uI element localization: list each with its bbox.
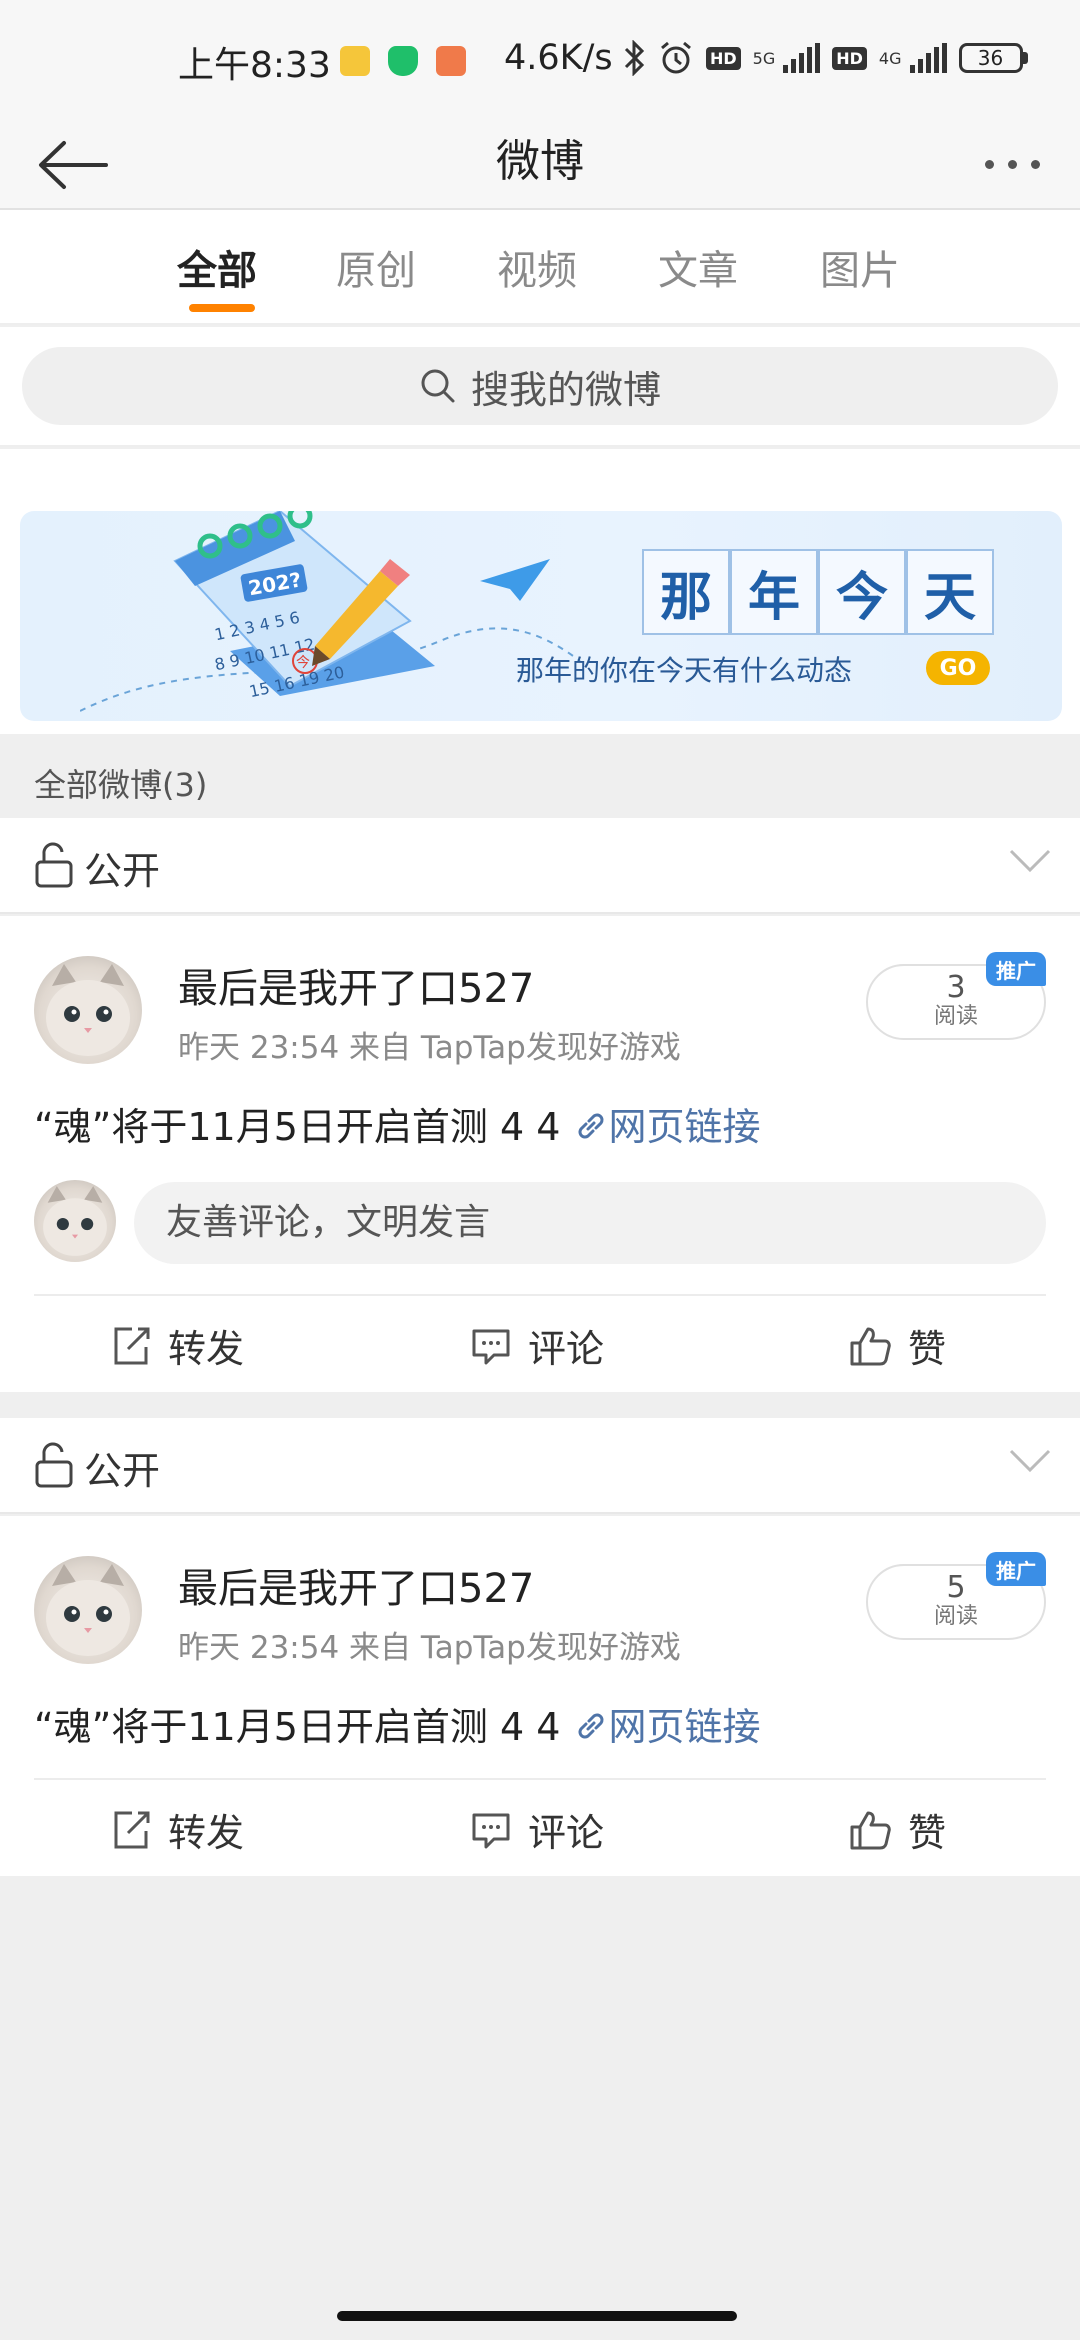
active-tab-indicator — [189, 304, 255, 312]
avatar[interactable] — [34, 1556, 142, 1664]
repost-icon — [114, 1327, 150, 1364]
post-meta: 昨天 23:54 来自 TapTap发现好游戏 — [178, 1030, 681, 1066]
comment-icon — [472, 1329, 510, 1364]
weibo-count-label: 全部微博(3) — [34, 766, 208, 804]
search-input[interactable]: 搜我的微博 — [22, 347, 1058, 425]
tab-original[interactable]: 原创 — [316, 238, 436, 296]
read-count[interactable]: 5 阅读 推广 — [866, 1552, 1046, 1640]
thumbs-up-icon — [850, 1327, 891, 1365]
visibility-label: 公开 — [84, 1449, 161, 1493]
chevron-down-icon[interactable] — [1008, 846, 1052, 876]
cat-avatar-icon — [46, 964, 130, 1056]
repost-icon — [114, 1811, 150, 1848]
network-type-2: 4G — [878, 48, 902, 68]
nav-bar: 微博 — [0, 120, 1080, 210]
read-count[interactable]: 3 阅读 推广 — [866, 952, 1046, 1040]
home-indicator[interactable] — [337, 2311, 737, 2321]
repost-button[interactable]: 转发 — [110, 1318, 244, 1373]
thumbs-up-icon — [850, 1811, 891, 1849]
banner-go-button[interactable]: GO — [926, 651, 990, 685]
status-app-icons — [340, 46, 466, 76]
filter-tabs: 全部 原创 视频 文章 图片 — [0, 210, 1080, 325]
status-bar: 上午8:33 4.6K/s HD 5G HD 4G 36 — [0, 0, 1080, 120]
alarm-icon — [661, 41, 691, 74]
like-button[interactable]: 赞 — [848, 1802, 946, 1857]
status-time: 上午8:33 — [178, 45, 331, 86]
more-options-button[interactable] — [985, 144, 1040, 184]
tab-image[interactable]: 图片 — [800, 238, 920, 296]
battery-icon: 36 — [958, 43, 1028, 73]
banner-subtitle: 那年的你在今天有什么动态 — [516, 654, 853, 687]
read-count-unit: 阅读 — [933, 1604, 978, 1629]
network-speed: 4.6K/s — [504, 38, 613, 78]
post-meta: 昨天 23:54 来自 TapTap发现好游戏 — [178, 1630, 681, 1666]
unlock-icon — [35, 1442, 73, 1488]
unlock-icon — [35, 842, 73, 888]
link-icon — [578, 1713, 603, 1739]
avatar[interactable] — [34, 956, 142, 1064]
search-section: 搜我的微博 — [0, 327, 1080, 447]
post-action-bar: 转发 评论 赞 — [0, 1294, 1080, 1392]
more-dot-icon — [985, 159, 994, 169]
post-content: “魂”将于11月5日开启首测 4 4 网页链接 — [34, 1105, 761, 1149]
chevron-down-icon[interactable] — [1008, 1446, 1052, 1476]
battery-level: 36 — [958, 43, 1023, 73]
bluetooth-icon — [624, 40, 645, 76]
promote-badge[interactable]: 推广 — [986, 1552, 1046, 1586]
post-content: “魂”将于11月5日开启首测 4 4 网页链接 — [34, 1705, 761, 1749]
visibility-header[interactable]: 公开 — [0, 1418, 1080, 1514]
my-avatar — [34, 1180, 116, 1262]
weibo-notification-icon — [340, 46, 370, 76]
author-name[interactable]: 最后是我开了口527 — [178, 1556, 534, 1614]
shield-notification-icon — [388, 46, 418, 76]
post-action-bar: 转发 评论 赞 — [0, 1778, 1080, 1876]
comment-button[interactable]: 评论 — [470, 1318, 604, 1373]
page-title: 微博 — [496, 136, 584, 187]
comment-button[interactable]: 评论 — [470, 1802, 604, 1857]
banner-section: 202? 1 2 3 4 5 6 8 9 10 11 12 15 16 19 2… — [0, 449, 1080, 734]
web-link[interactable]: 网页链接 — [573, 1105, 761, 1149]
cat-avatar-icon — [46, 1564, 130, 1656]
tab-video[interactable]: 视频 — [477, 238, 597, 296]
read-count-unit: 阅读 — [933, 1004, 978, 1029]
weibo-post[interactable]: 最后是我开了口527 昨天 23:54 来自 TapTap发现好游戏 5 阅读 … — [0, 1516, 1080, 1780]
search-icon — [421, 369, 455, 403]
hd-icon: HD — [706, 46, 741, 70]
web-link[interactable]: 网页链接 — [573, 1705, 761, 1749]
weibo-post[interactable]: 最后是我开了口527 昨天 23:54 来自 TapTap发现好游戏 3 阅读 … — [0, 916, 1080, 1298]
calendar-today: 今 — [296, 655, 310, 671]
visibility-label: 公开 — [84, 849, 161, 893]
like-button[interactable]: 赞 — [848, 1318, 946, 1373]
tab-all[interactable]: 全部 — [157, 238, 277, 312]
tab-article[interactable]: 文章 — [638, 238, 758, 296]
search-placeholder: 搜我的微博 — [470, 367, 661, 412]
signal-icon-1 — [783, 43, 821, 73]
cat-avatar-icon — [43, 1186, 107, 1256]
hd-icon-2: HD — [832, 46, 867, 70]
visibility-header[interactable]: 公开 — [0, 818, 1080, 914]
link-icon — [578, 1113, 603, 1139]
calendar-illustration-icon: 202? 1 2 3 4 5 6 8 9 10 11 12 15 16 19 2… — [80, 511, 581, 712]
signal-icon-2 — [909, 43, 947, 73]
comment-icon — [472, 1813, 510, 1848]
promote-badge[interactable]: 推广 — [986, 952, 1046, 986]
comment-row: 友善评论，文明发言 — [0, 1178, 1080, 1268]
network-type-1: 5G — [752, 48, 776, 68]
repost-button[interactable]: 转发 — [110, 1802, 244, 1857]
status-right-icons: HD 5G HD 4G 36 — [622, 40, 1028, 76]
on-this-day-banner[interactable]: 202? 1 2 3 4 5 6 8 9 10 11 12 15 16 19 2… — [20, 511, 1062, 721]
author-name[interactable]: 最后是我开了口527 — [178, 956, 534, 1014]
banner-title: 那 年 今 天 — [642, 549, 994, 635]
comment-input[interactable]: 友善评论，文明发言 — [134, 1182, 1046, 1264]
shop-notification-icon — [436, 46, 466, 76]
